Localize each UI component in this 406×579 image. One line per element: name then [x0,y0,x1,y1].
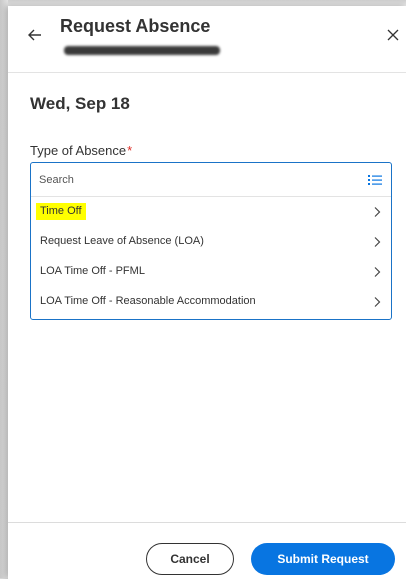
absence-type-label: Type of Absence* [30,143,132,158]
absence-option-request-loa[interactable]: Request Leave of Absence (LOA) [31,227,391,257]
selected-date: Wed, Sep 18 [30,94,130,113]
option-label: LOA Time Off - Reasonable Accommodation [40,295,256,307]
redacted-subtitle [64,46,220,55]
arrow-left-icon [28,29,41,41]
chevron-right-icon [374,297,381,307]
absence-type-label-text: Type of Absence [30,143,127,158]
absence-option-loa-pfml[interactable]: LOA Time Off - PFML [31,257,391,287]
panel-header: Request Absence [8,6,406,73]
absence-option-loa-accommodation[interactable]: LOA Time Off - Reasonable Accommodation [31,287,391,317]
request-absence-panel: Request Absence Wed, Sep 18 Type of Abse… [8,6,406,579]
chevron-right-icon [374,207,381,217]
absence-option-time-off[interactable]: Time Off [31,197,391,227]
back-button[interactable] [24,24,46,46]
search-row [31,163,391,197]
cancel-button[interactable]: Cancel [146,543,234,575]
search-input[interactable] [39,169,349,191]
list-icon[interactable] [367,172,383,188]
required-marker: * [127,143,133,158]
close-button[interactable] [382,24,404,46]
page-title: Request Absence [60,16,211,36]
option-label: Time Off [36,203,86,220]
action-footer: Cancel Submit Request [8,522,406,579]
option-label: LOA Time Off - PFML [40,265,145,277]
submit-request-button[interactable]: Submit Request [251,543,395,575]
chevron-right-icon [374,267,381,277]
close-icon [387,29,399,41]
absence-type-dropdown: Time Off Request Leave of Absence (LOA) … [30,162,392,320]
option-label: Request Leave of Absence (LOA) [40,235,204,247]
chevron-right-icon [374,237,381,247]
window-left-edge [0,0,8,578]
